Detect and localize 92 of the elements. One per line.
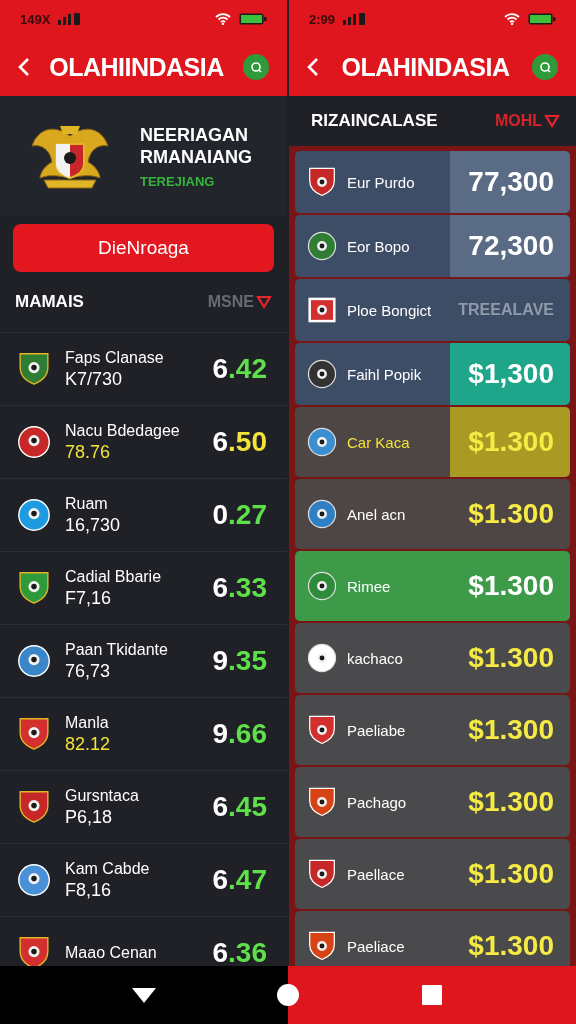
price-value: TREEALAVE	[457, 300, 555, 320]
team-name: Rimee	[347, 577, 392, 595]
team-name: Paeliabe	[347, 721, 407, 739]
app-title: OLAHINDASIA	[340, 52, 511, 82]
price-value: $1.300	[467, 713, 555, 747]
price-card[interactable]: Rimee $1.300	[295, 551, 570, 621]
price-card[interactable]: Faihl Popik $1,300	[295, 343, 570, 405]
triangle-icon[interactable]	[256, 295, 272, 309]
team-stat: 82.12	[65, 733, 112, 755]
price-value: 72,300	[450, 215, 570, 277]
team-name: Maao Cenan	[65, 944, 158, 962]
team-name: Kam Cabde	[65, 859, 151, 878]
team-row[interactable]: Ruam 16,730 0.27	[0, 479, 287, 552]
price-value: $1.300	[467, 785, 555, 819]
team-name: Manla	[65, 713, 110, 732]
price-card[interactable]: Eor Bopo 72,300	[295, 215, 570, 277]
price-card[interactable]: Ploe Bongict TREEALAVE	[295, 279, 570, 341]
team-stat: F7,16	[65, 587, 113, 609]
price-card[interactable]: Pachago $1.300	[295, 767, 570, 837]
battery-icon	[528, 13, 556, 25]
price-card[interactable]: Anel acn $1.300	[295, 479, 570, 549]
section-title: MAMAIS	[15, 292, 85, 312]
team-name: kachaco	[347, 649, 404, 667]
signal-icon	[58, 13, 81, 25]
price-card[interactable]: Paeliabe $1.300	[295, 695, 570, 765]
team-row[interactable]: Kam Cabde F8,16 6.47	[0, 844, 287, 917]
team-name: Cadial Bbarie	[65, 567, 163, 586]
team-row[interactable]: Gursntaca P6,18 6.45	[0, 771, 287, 844]
team-stat: P6,18	[65, 806, 114, 828]
battery-icon	[239, 13, 267, 25]
team-name: Car Kaca	[347, 433, 411, 451]
rating-value: 6.45	[212, 791, 267, 823]
rating-value: 9.35	[212, 645, 267, 677]
team-stat: 16,730	[65, 514, 122, 536]
status-time: 149X	[20, 11, 51, 27]
price-value: $1.300	[467, 569, 555, 603]
team-stat: F8,16	[65, 879, 113, 901]
rating-value: 6.47	[212, 864, 267, 896]
price-value: $1.300	[467, 929, 555, 963]
search-icon[interactable]	[532, 54, 558, 80]
price-card[interactable]: Car Kaca $1.300	[295, 407, 570, 477]
app-title: OLAHIINDASIA	[48, 52, 225, 82]
rating-value: 6.42	[212, 353, 267, 385]
team-name: Pachago	[347, 793, 408, 811]
team-stat: K7/730	[65, 368, 124, 390]
rating-value: 6.33	[212, 572, 267, 604]
team-row[interactable]: Nacu Bdedagee 78.76 6.50	[0, 406, 287, 479]
team-name: Eur Purdo	[347, 173, 416, 191]
team-name: Anel acn	[347, 505, 407, 523]
team-name: Paeliace	[347, 937, 406, 955]
wifi-icon	[215, 13, 231, 25]
action-button[interactable]: DieNroaga	[13, 224, 274, 272]
rating-value: 6.50	[212, 426, 267, 458]
price-value: $1.300	[467, 497, 555, 531]
team-name: Paellace	[347, 865, 406, 883]
team-row[interactable]: Faps Clanase K7/730 6.42	[0, 333, 287, 406]
section-title: RIZAINCALASE	[311, 111, 439, 131]
price-value: $1,300	[450, 343, 570, 405]
triangle-icon[interactable]	[544, 114, 560, 128]
price-card[interactable]: Paeliace $1.300	[295, 911, 570, 966]
team-name: Faihl Popik	[347, 365, 423, 383]
price-card[interactable]: Paellace $1.300	[295, 839, 570, 909]
hero-title: NEERIAGAN	[140, 123, 249, 146]
hero-title: RMANAIANG	[140, 145, 252, 168]
team-name: Eor Bopo	[347, 237, 411, 255]
price-card[interactable]: kachaco $1.300	[295, 623, 570, 693]
team-name: Gursntaca	[65, 786, 140, 805]
team-row[interactable]: Manla 82.12 9.66	[0, 698, 287, 771]
home-icon[interactable]	[277, 984, 299, 1006]
hero-subtitle: TEREJIANG	[140, 173, 216, 189]
status-time: 2:99	[309, 11, 336, 27]
rating-value: 9.66	[212, 718, 267, 750]
team-name: Faps Clanase	[65, 348, 165, 367]
team-name: Ruam	[65, 494, 109, 513]
back-icon[interactable]	[131, 986, 157, 1004]
price-card[interactable]: Eur Purdo 77,300	[295, 151, 570, 213]
rating-value: 6.36	[212, 937, 267, 966]
wifi-icon	[504, 13, 520, 25]
rating-value: 0.27	[212, 499, 267, 531]
team-stat: 78.76	[65, 441, 112, 463]
team-name: Nacu Bdedagee	[65, 421, 181, 440]
team-name: Ploe Bongict	[347, 301, 433, 319]
team-row[interactable]: Paan Tkidante 76,73 9.35	[0, 625, 287, 698]
price-value: $1.300	[467, 641, 555, 675]
price-value: $1.300	[467, 857, 555, 891]
price-value: $1.300	[450, 407, 570, 477]
price-value: 77,300	[450, 151, 570, 213]
team-row[interactable]: Cadial Bbarie F7,16 6.33	[0, 552, 287, 625]
search-icon[interactable]	[243, 54, 269, 80]
team-name: Paan Tkidante	[65, 640, 169, 659]
team-stat: 76,73	[65, 660, 112, 682]
signal-icon	[343, 13, 366, 25]
